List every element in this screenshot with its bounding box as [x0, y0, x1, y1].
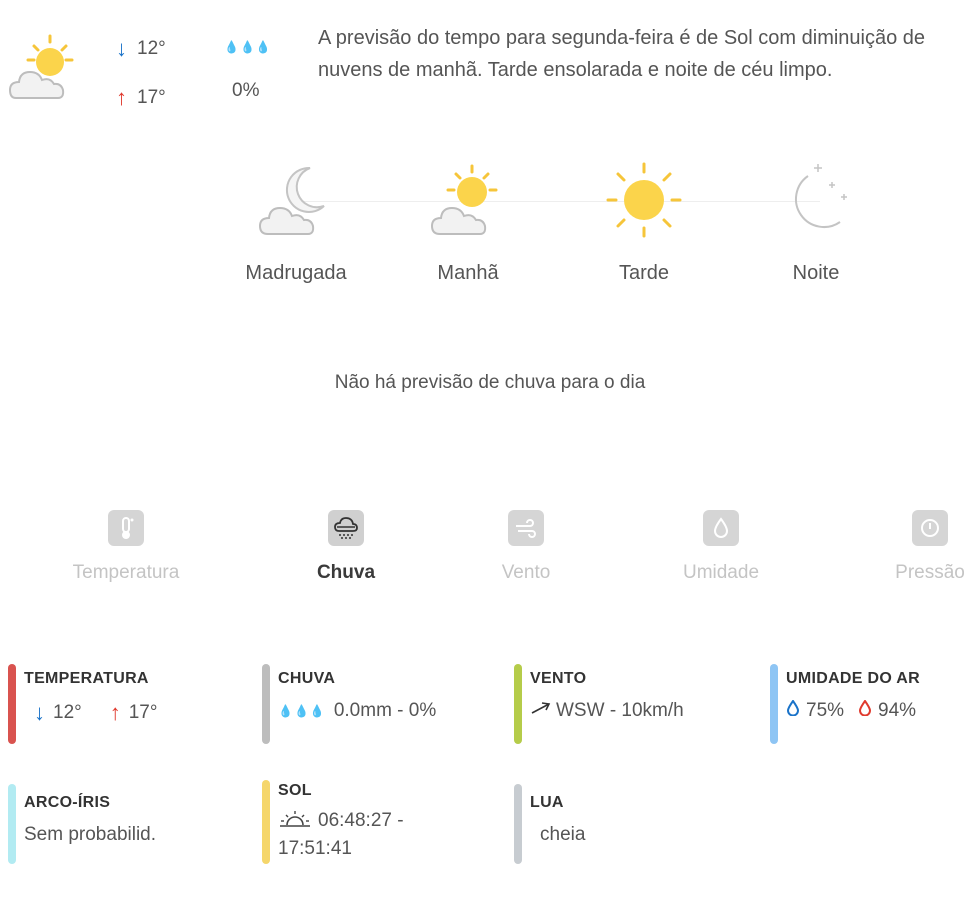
- moon-stars-icon: [778, 160, 854, 243]
- period-label-tarde: Tarde: [618, 262, 670, 284]
- stat-color-bar: [514, 664, 522, 744]
- summary-precip-chance: 0%: [232, 80, 260, 101]
- period-label-noite: Noite: [792, 262, 840, 284]
- tab-pressao-label: Pressão: [895, 562, 965, 583]
- droplet-icon: [703, 510, 739, 546]
- stat-sol: SOL 06:48:27 - 17:51:41: [262, 780, 508, 864]
- stat-vento: VENTO WSW - 10km/h: [514, 664, 770, 744]
- tab-temperatura[interactable]: Temperatura: [46, 510, 206, 584]
- summary-max-temp: ↑ 17°: [116, 85, 166, 110]
- stat-value: 06:48:27 - 17:51:41: [278, 810, 404, 859]
- stat-color-bar: [514, 784, 522, 864]
- stat-arco-iris: ARCO-ÍRIS Sem probabilid.: [8, 784, 254, 864]
- arrow-down-icon: ↓: [116, 36, 127, 61]
- tab-chuva-label: Chuva: [316, 562, 376, 583]
- cloud-moon-icon: [258, 162, 330, 243]
- stat-value: WSW - 10km/h: [530, 700, 770, 722]
- stat-value: 75% 94%: [786, 699, 980, 722]
- stat-title: UMIDADE DO AR: [786, 670, 920, 687]
- stat-title: TEMPERATURA: [24, 670, 149, 687]
- stat-title: ARCO-ÍRIS: [24, 794, 111, 811]
- stat-color-bar: [770, 664, 778, 744]
- periods-timeline: [300, 201, 820, 202]
- summary-weather-icon: [6, 30, 78, 107]
- arrow-up-icon: ↑: [109, 700, 121, 725]
- rain-drops-icon: 💧💧💧: [278, 704, 326, 718]
- stat-chuva: CHUVA 💧💧💧 0.0mm - 0%: [262, 664, 508, 744]
- no-rain-message: Não há previsão de chuva para o dia: [334, 372, 646, 393]
- stat-title: SOL: [278, 782, 312, 799]
- wind-direction-arrow-icon: [530, 700, 552, 722]
- rain-drops-icon: 💧💧💧: [224, 40, 272, 54]
- gauge-icon: [912, 510, 948, 546]
- stat-title: CHUVA: [278, 670, 336, 687]
- tab-umidade[interactable]: Umidade: [641, 510, 801, 584]
- period-label-madrugada: Madrugada: [245, 262, 347, 284]
- stat-title: VENTO: [530, 670, 587, 687]
- sun-cloud-icon: [430, 162, 506, 243]
- tab-chuva[interactable]: Chuva: [266, 510, 426, 584]
- tab-umidade-label: Umidade: [682, 562, 760, 583]
- tab-temperatura-label: Temperatura: [72, 562, 180, 583]
- stat-color-bar: [8, 664, 16, 744]
- summary-min-temp: ↓ 12°: [116, 36, 166, 61]
- rain-cloud-icon: [328, 510, 364, 546]
- forecast-summary-text: A previsão do tempo para segunda-feira é…: [318, 27, 926, 81]
- sunrise-icon: [278, 810, 312, 836]
- sun-icon: [606, 162, 682, 243]
- stat-color-bar: [262, 780, 270, 864]
- stat-temperatura: TEMPERATURA ↓ 12° ↑ 17°: [8, 664, 254, 744]
- tab-vento-label: Vento: [501, 562, 551, 583]
- stat-color-bar: [262, 664, 270, 744]
- stat-value: ↓ 12° ↑ 17°: [34, 700, 158, 725]
- arrow-up-icon: ↑: [116, 85, 127, 110]
- thermometer-icon: [108, 510, 144, 546]
- stat-lua: LUA cheia: [514, 784, 760, 864]
- stat-umidade: UMIDADE DO AR 75% 94%: [770, 664, 980, 744]
- stat-value: 💧💧💧 0.0mm - 0%: [278, 700, 437, 721]
- arrow-down-icon: ↓: [34, 700, 45, 725]
- stat-color-bar: [8, 784, 16, 864]
- droplet-low-icon: [786, 699, 800, 722]
- stat-title: LUA: [530, 794, 564, 811]
- stat-value: cheia: [540, 824, 586, 845]
- wind-icon: [508, 510, 544, 546]
- droplet-high-icon: [858, 699, 872, 722]
- period-label-manha: Manhã: [437, 262, 499, 284]
- tab-vento[interactable]: Vento: [446, 510, 606, 584]
- tab-pressao[interactable]: Pressão: [850, 510, 980, 584]
- stat-value: Sem probabilid.: [24, 824, 157, 845]
